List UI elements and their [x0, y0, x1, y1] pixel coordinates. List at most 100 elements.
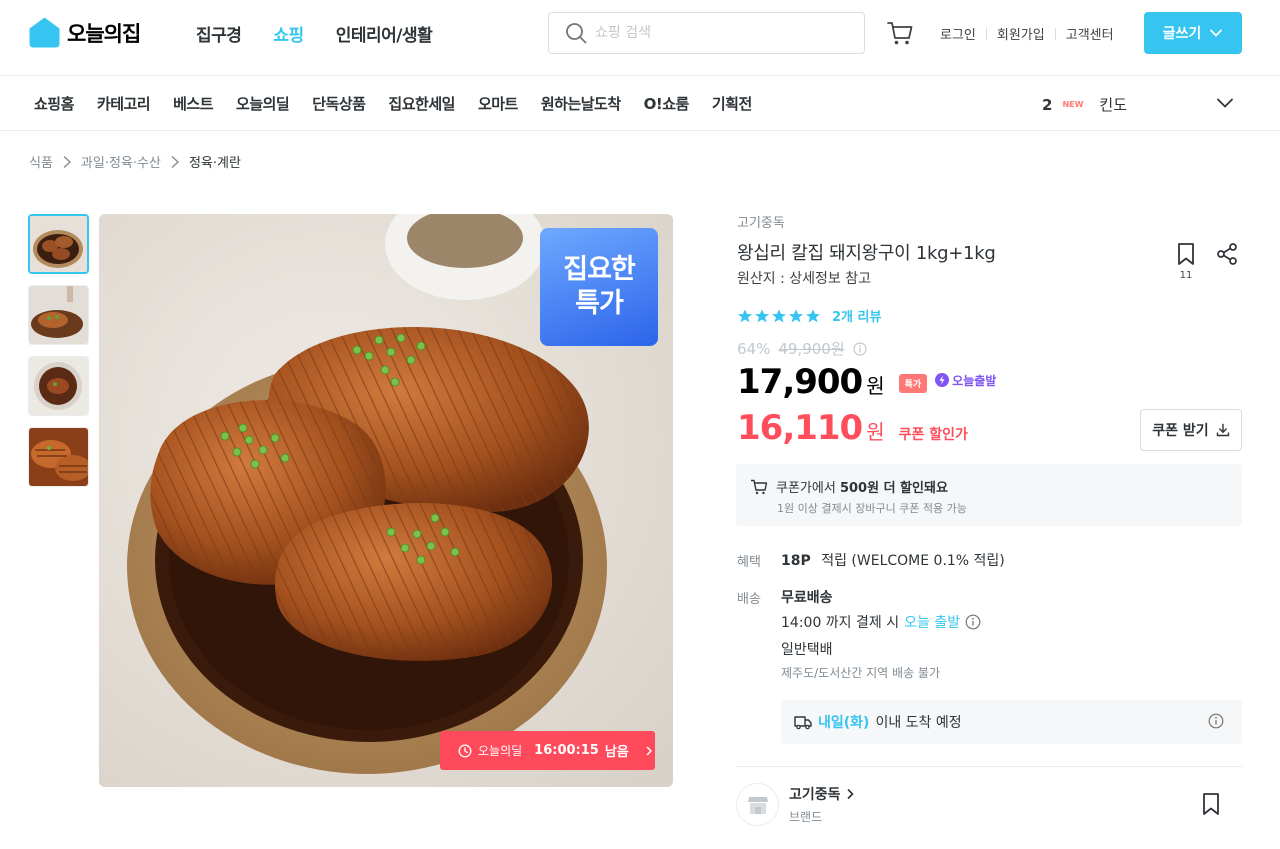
- todays-deal-timer[interactable]: 오늘의딜 16:00:15 남음: [440, 731, 655, 770]
- star-icon: [789, 308, 803, 322]
- benefit-text: 적립 (WELCOME 0.1% 적립): [821, 553, 1005, 569]
- info-icon[interactable]: [853, 341, 867, 356]
- store-icon: [747, 796, 768, 814]
- thumbnail-1[interactable]: [28, 214, 89, 274]
- signup-link[interactable]: 회원가입: [997, 24, 1045, 43]
- subnav-exclusive[interactable]: 단독상품: [312, 93, 366, 114]
- star-icon: [772, 308, 786, 322]
- thumbnail-3[interactable]: [28, 356, 89, 416]
- subnav-shopping-home[interactable]: 쇼핑홈: [34, 93, 74, 114]
- arrival-estimate: 내일(화) 이내 도착 예정: [781, 700, 1242, 744]
- share-icon: [1217, 243, 1237, 265]
- nav-interior-life[interactable]: 인테리어/생활: [336, 21, 433, 46]
- search-box[interactable]: [548, 12, 865, 54]
- trending-keyword[interactable]: 2 NEW 킨도: [1042, 94, 1127, 115]
- bookmark-count: 11: [1179, 270, 1193, 281]
- today-ship-badge-label: 오늘출발: [952, 373, 997, 388]
- subnav-best[interactable]: 베스트: [173, 93, 213, 114]
- store-name-text: 고기중독: [789, 787, 841, 803]
- chevron-right-icon: [846, 788, 854, 800]
- brand-store-link[interactable]: 고기중독 브랜드: [736, 783, 855, 826]
- benefit-label: 혜택: [737, 555, 761, 570]
- main-nav: 집구경 쇼핑 인테리어/생활: [196, 21, 433, 46]
- today-ship-badge: 오늘출발: [935, 372, 996, 389]
- nav-shopping[interactable]: 쇼핑: [273, 21, 304, 46]
- subnav-todays-deal[interactable]: 오늘의딜: [236, 93, 290, 114]
- logo[interactable]: 오늘의집: [28, 16, 141, 49]
- coupon-price-unit: 원: [866, 420, 885, 444]
- sale-price-row: 17,900 원 특가 오늘출발: [737, 362, 996, 402]
- brand-name[interactable]: 고기중독: [737, 212, 785, 231]
- timer-label: 오늘의딜: [478, 744, 523, 758]
- nav-house-tour[interactable]: 집구경: [196, 21, 242, 46]
- login-link[interactable]: 로그인: [940, 24, 976, 43]
- subnav-exhibition[interactable]: 기획전: [712, 93, 752, 114]
- divider: [736, 766, 1242, 767]
- category-nav-items: 쇼핑홈 카테고리 베스트 오늘의딜 단독상품 집요한세일 오마트 원하는날도착 …: [34, 93, 752, 114]
- star-icon: [738, 308, 752, 322]
- thumbnail-list: [28, 214, 89, 487]
- chevron-right-icon: [63, 155, 71, 168]
- subnav-sale[interactable]: 집요한세일: [388, 93, 455, 114]
- shipping-cutoff: 14:00 까지 결제 시 오늘 출발: [781, 612, 981, 632]
- share-button[interactable]: [1215, 242, 1239, 266]
- subnav-scheduled-delivery[interactable]: 원하는날도착: [541, 93, 621, 114]
- write-button[interactable]: 글쓰기: [1144, 12, 1242, 54]
- product-title: 왕십리 칼집 돼지왕구이 1kg+1kg: [737, 243, 996, 264]
- subnav-category[interactable]: 카테고리: [97, 93, 151, 114]
- shipping-cutoff-text: 14:00 까지 결제 시: [781, 615, 900, 631]
- download-icon: [1216, 423, 1229, 437]
- logo-text: 오늘의집: [67, 21, 141, 46]
- bookmark-button[interactable]: 11: [1175, 242, 1197, 281]
- discount-rate: 64%: [737, 339, 771, 358]
- shipping-note: 제주도/도서산간 지역 배송 불가: [781, 666, 941, 680]
- store-type: 브랜드: [789, 810, 823, 824]
- arrival-text: 이내 도착 예정: [875, 715, 962, 731]
- chevron-down-icon: [1210, 29, 1223, 37]
- subnav-omart[interactable]: 오마트: [478, 93, 518, 114]
- thumbnail-4[interactable]: [28, 427, 89, 487]
- product-origin: 원산지 : 상세정보 참고: [737, 271, 871, 287]
- subnav-showroom[interactable]: O!쇼룸: [644, 93, 690, 114]
- sale-price: 17,900: [737, 362, 863, 402]
- coupon-price-label: 쿠폰 할인가: [898, 427, 968, 443]
- cart-button[interactable]: [886, 19, 914, 47]
- info-icon[interactable]: [965, 614, 981, 630]
- divider: [1054, 27, 1056, 40]
- category-nav: 쇼핑홈 카테고리 베스트 오늘의딜 단독상품 집요한세일 오마트 원하는날도착 …: [0, 76, 1280, 131]
- get-coupon-button[interactable]: 쿠폰 받기: [1140, 409, 1242, 451]
- original-price-row: 64% 49,900원: [737, 338, 867, 359]
- truck-icon: [794, 716, 812, 730]
- special-deal-badge-line1: 집요한: [563, 254, 636, 285]
- get-coupon-label: 쿠폰 받기: [1152, 423, 1209, 439]
- product-thumbnail-image: [29, 286, 88, 344]
- chevron-right-icon: [646, 745, 652, 756]
- cart-icon: [751, 479, 768, 494]
- bookmark-icon: [1178, 243, 1194, 265]
- store-bookmark-button[interactable]: [1200, 792, 1222, 816]
- chevron-right-icon: [171, 155, 179, 168]
- coupon-notice-prefix: 쿠폰가에서: [776, 481, 836, 496]
- write-button-label: 글쓰기: [1162, 26, 1202, 42]
- expand-keywords-button[interactable]: [1216, 94, 1234, 112]
- shipping-type: 일반택배: [781, 642, 833, 658]
- search-input[interactable]: [595, 25, 845, 41]
- bookmark-icon: [1203, 793, 1219, 815]
- search-icon: [566, 23, 587, 44]
- special-deal-badge-line2: 특가: [575, 288, 624, 319]
- timer-time: 16:00:15: [534, 743, 599, 758]
- shipping-today: 오늘 출발: [904, 615, 961, 631]
- arrival-day: 내일(화): [818, 715, 870, 731]
- breadcrumb-current[interactable]: 정육·계란: [189, 152, 241, 171]
- thumbnail-2[interactable]: [28, 285, 89, 345]
- product-main-image[interactable]: 집요한 특가 오늘의딜 16:00:15 남음: [99, 214, 673, 787]
- breadcrumb-item[interactable]: 과일·정육·수산: [81, 152, 161, 171]
- store-avatar: [736, 783, 779, 826]
- breadcrumb-item[interactable]: 식품: [29, 152, 53, 171]
- info-icon[interactable]: [1208, 713, 1224, 729]
- rating-row[interactable]: 2개 리뷰: [737, 306, 881, 325]
- customer-center-link[interactable]: 고객센터: [1066, 24, 1114, 43]
- special-deal-badge: 집요한 특가: [540, 228, 658, 346]
- top-bar: 오늘의집 집구경 쇼핑 인테리어/생활 로그인 회원가입 고객센터 글쓰기: [0, 0, 1280, 76]
- review-count-link[interactable]: 2개 리뷰: [832, 306, 881, 325]
